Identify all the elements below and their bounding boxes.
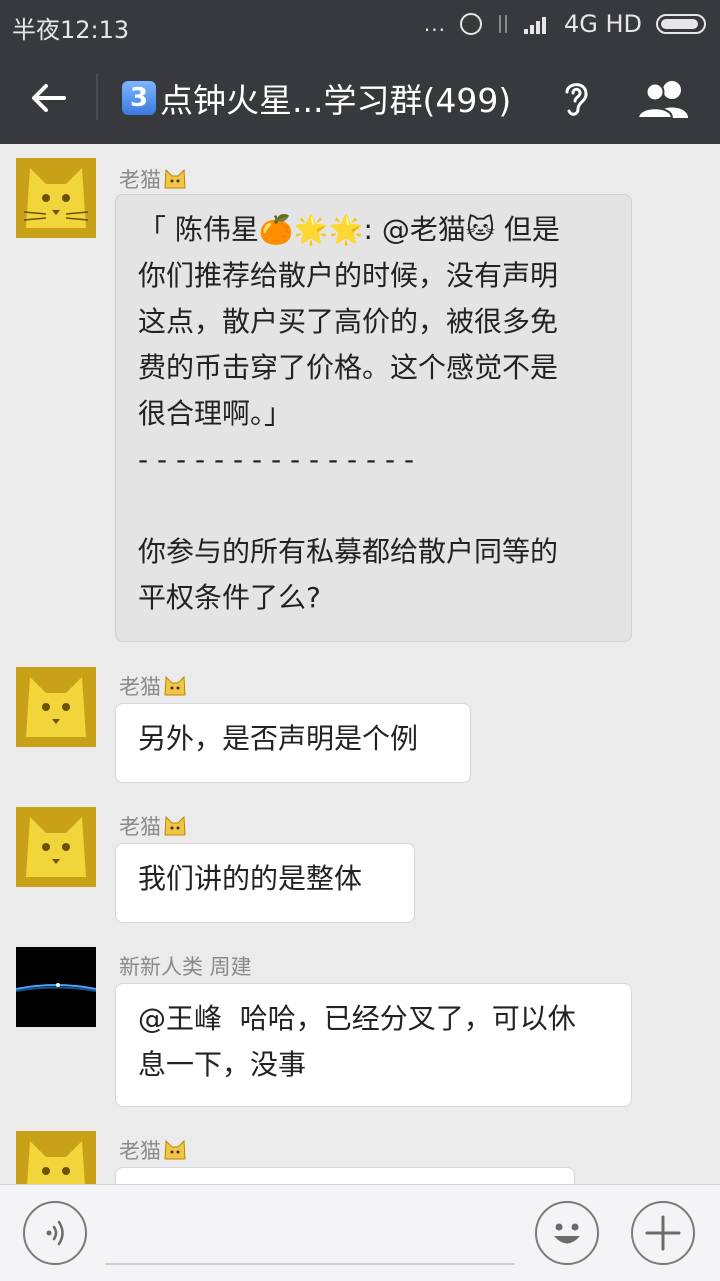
sender-name: 老猫 xyxy=(119,811,187,841)
message-bubble-quote[interactable]: 「 陈伟星🍊🌟🌟: @老猫🐱 但是 你们推荐给散户的时候，没有声明 这点，散户买… xyxy=(115,194,632,642)
chat-title-bar: 3 点钟火星...学习群(499) xyxy=(0,50,720,144)
avatar[interactable] xyxy=(16,947,96,1027)
avatar[interactable] xyxy=(16,1131,96,1184)
smiley-icon xyxy=(554,1223,580,1244)
alarm-icon xyxy=(459,13,482,35)
sender-name: 老猫 xyxy=(119,164,187,194)
status-icons: ... 4G HD xyxy=(424,10,706,38)
earpiece-mode-button[interactable] xyxy=(556,76,596,120)
voice-icon xyxy=(46,1220,64,1246)
cat-emoji-icon xyxy=(163,815,187,837)
network-label: 4G HD xyxy=(563,10,642,38)
message-bubble[interactable]: 另外，是否声明是个例 xyxy=(115,703,471,783)
emoji-button[interactable] xyxy=(535,1201,599,1265)
message-text: 「 陈伟星🍊🌟🌟: @老猫🐱 但是 你们推荐给散户的时候，没有声明 这点，散户买… xyxy=(138,213,560,614)
message-text: @王峰 哈哈，已经分叉了，可以休 息一下，没事 xyxy=(138,1002,576,1081)
group-members-icon xyxy=(636,81,688,119)
message-input[interactable] xyxy=(105,1263,515,1265)
voice-input-button[interactable] xyxy=(23,1201,87,1265)
message-bubble[interactable] xyxy=(115,1167,575,1184)
chat-title: 3 点钟火星...学习群(499) xyxy=(122,74,511,122)
cat-avatar-icon xyxy=(16,807,96,887)
sender-name: 老猫 xyxy=(119,1135,187,1165)
cat-avatar-icon xyxy=(16,1131,96,1184)
cat-emoji-icon xyxy=(163,168,187,190)
back-arrow-icon xyxy=(32,84,66,112)
message-text: 我们讲的的是整体 xyxy=(138,862,363,895)
cat-avatar-icon xyxy=(16,158,96,238)
battery-icon xyxy=(656,14,706,34)
data-transfer-icon xyxy=(496,13,510,35)
sender-name: 新新人类 周建 xyxy=(119,955,252,979)
back-button[interactable] xyxy=(26,76,70,120)
cat-emoji-icon xyxy=(163,675,187,697)
cat-avatar-icon xyxy=(16,667,96,747)
message-text: 另外，是否声明是个例 xyxy=(138,722,419,755)
title-divider xyxy=(96,74,98,120)
avatar[interactable] xyxy=(16,667,96,747)
more-functions-button[interactable] xyxy=(631,1201,695,1265)
avatar[interactable] xyxy=(16,158,96,238)
message-bubble[interactable]: 我们讲的的是整体 xyxy=(115,843,415,923)
more-dots-icon: ... xyxy=(423,12,446,36)
message-bubble[interactable]: @王峰 哈哈，已经分叉了，可以休 息一下，没事 xyxy=(115,983,632,1107)
cat-emoji-icon xyxy=(163,1139,187,1161)
status-time: 半夜12:13 xyxy=(12,16,130,44)
chat-title-label: 点钟火星...学习群(499) xyxy=(160,81,512,120)
ear-icon xyxy=(565,83,588,116)
plus-icon xyxy=(645,1215,681,1251)
chat-input-bar xyxy=(0,1184,720,1281)
avatar[interactable] xyxy=(16,807,96,887)
keycap-three-icon: 3 xyxy=(122,81,156,115)
signal-icon xyxy=(523,14,550,34)
group-members-button[interactable] xyxy=(636,78,694,120)
status-bar: 半夜12:13 ... 4G HD xyxy=(0,0,720,50)
sender-name: 老猫 xyxy=(119,671,187,701)
earth-horizon-avatar-icon xyxy=(16,947,96,1027)
